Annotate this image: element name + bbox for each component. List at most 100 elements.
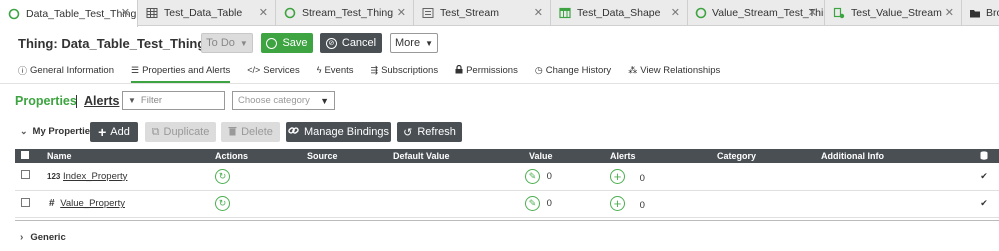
tab-label: Events [324, 64, 354, 76]
close-icon[interactable]: ✕ [259, 6, 268, 19]
default-value-cell [393, 190, 529, 218]
clock-icon: ◷ [534, 64, 543, 75]
generic-group-toggle[interactable]: › Generic [20, 232, 66, 243]
delete-label: Delete [241, 126, 273, 138]
cancel-label: Cancel [341, 37, 377, 49]
tab-value-stream-test-thing[interactable]: Value_Stream_Test_Thing ✕ [688, 0, 825, 26]
thing-icon [7, 7, 21, 21]
value-text: 0 [546, 170, 552, 182]
category-cell [717, 190, 821, 218]
more-label: More [395, 37, 421, 49]
category-cell [717, 163, 821, 191]
tab-services[interactable]: </> Services [247, 63, 299, 77]
tab-label: Services [263, 64, 300, 76]
properties-link[interactable]: Properties [15, 94, 77, 108]
lightning-icon: ϟ [316, 65, 322, 75]
pencil-icon[interactable]: ✎ [525, 168, 540, 184]
caret-down-icon: ▼ [425, 38, 433, 48]
filter-icon: ▼ [128, 96, 136, 105]
caret-down-icon: ▼ [320, 95, 329, 106]
pencil-icon[interactable]: ✎ [525, 196, 540, 211]
tab-label: Test_Stream [440, 7, 499, 19]
property-name-link[interactable]: Index_Property [63, 171, 127, 182]
cancel-button[interactable]: ⊘ Cancel [320, 33, 382, 53]
editor-tab-bar: Data_Table_Test_Thing ✕ Test_Data_Table … [0, 0, 999, 27]
add-button[interactable]: + Add [90, 122, 138, 142]
row-checkbox[interactable] [15, 190, 47, 218]
subscriptions-icon: ⇶ [370, 64, 379, 75]
tab-browse[interactable]: Brow [962, 0, 999, 26]
tab-test-value-stream[interactable]: Test_Value_Stream ✕ [825, 0, 962, 26]
tab-data-table-test-thing[interactable]: Data_Table_Test_Thing ✕ [0, 0, 138, 27]
code-icon: </> [247, 65, 261, 75]
more-button[interactable]: More ▼ [390, 33, 438, 53]
additional-info-cell [821, 190, 969, 218]
column-header-default-value[interactable]: Default Value [393, 149, 529, 163]
add-label: Add [110, 126, 130, 138]
delete-button[interactable]: Delete [221, 122, 280, 142]
value-text: 0 [546, 198, 552, 209]
todo-button[interactable]: To Do ▼ [201, 33, 253, 53]
thing-icon [695, 6, 707, 20]
duplicate-icon: ⧉ [151, 125, 160, 138]
column-header-alerts[interactable]: Alerts [610, 149, 717, 163]
close-icon[interactable]: ✕ [397, 6, 406, 19]
hash-type-icon: # [49, 198, 55, 209]
column-header-name[interactable]: Name [47, 149, 215, 163]
filter-placeholder: Filter [140, 95, 163, 106]
table-row[interactable]: # Value_Property ↻ ✎ 0 + 0 ✔ [15, 190, 999, 218]
add-alert-icon[interactable]: + [610, 168, 625, 184]
tab-label: Data_Table_Test_Thing [26, 7, 137, 20]
column-header-source[interactable]: Source [307, 149, 393, 163]
tab-change-history[interactable]: ◷ Change History [535, 63, 611, 77]
link-icon [288, 125, 299, 139]
close-icon[interactable]: ✕ [121, 6, 130, 19]
category-placeholder: Choose category [238, 95, 310, 106]
tab-permissions[interactable]: Permissions [455, 63, 518, 77]
close-icon[interactable]: ✕ [945, 6, 954, 19]
tab-test-data-table[interactable]: Test_Data_Table ✕ [138, 0, 276, 26]
row-checkbox[interactable] [15, 163, 47, 191]
caret-down-icon: ▼ [239, 38, 248, 48]
alerts-link[interactable]: Alerts [84, 94, 119, 108]
table-row[interactable]: 123 Index_Property ↻ ✎ 0 + 0 ✔ [15, 163, 999, 191]
tab-test-stream[interactable]: Test_Stream ✕ [414, 0, 551, 26]
tab-test-data-shape[interactable]: Test_Data_Shape ✕ [551, 0, 688, 26]
execute-icon[interactable]: ↻ [215, 196, 230, 211]
close-icon[interactable]: ✕ [671, 6, 680, 19]
tab-label: Permissions [466, 64, 518, 76]
column-header-category[interactable]: Category [717, 149, 821, 163]
page-title: Thing: Data_Table_Test_Thing [18, 35, 206, 51]
tab-view-relationships[interactable]: ⁂ View Relationships [628, 63, 720, 77]
group-label: My Properties [32, 126, 96, 137]
duplicate-button[interactable]: ⧉ Duplicate [145, 122, 216, 142]
manage-bindings-button[interactable]: Manage Bindings [286, 122, 391, 142]
category-select[interactable]: Choose category ▼ [232, 91, 335, 110]
refresh-label: Refresh [417, 126, 456, 138]
execute-icon[interactable]: ↻ [215, 168, 230, 184]
default-value-cell [393, 163, 529, 191]
tab-events[interactable]: ϟ Events [317, 63, 354, 77]
table-header-row: Name Actions Source Default Value Value … [15, 149, 999, 163]
save-button[interactable]: Save [261, 33, 313, 53]
property-name-link[interactable]: Value_Property [60, 198, 125, 209]
close-icon[interactable]: ✕ [534, 6, 543, 19]
add-alert-icon[interactable]: + [610, 196, 625, 211]
tab-stream-test-thing[interactable]: Stream_Test_Thing ✕ [276, 0, 414, 26]
close-icon[interactable]: ✕ [808, 6, 817, 19]
manage-bindings-label: Manage Bindings [303, 126, 389, 138]
column-header-value[interactable]: Value [529, 149, 610, 163]
refresh-button[interactable]: ↺ Refresh [397, 122, 462, 142]
tab-properties-and-alerts[interactable]: ☰ Properties and Alerts [130, 63, 231, 83]
tab-subscriptions[interactable]: ⇶ Subscriptions [371, 63, 439, 77]
filter-field[interactable]: ▼ Filter [122, 91, 225, 110]
checkmark-icon: ✔ [969, 163, 999, 191]
divider [76, 95, 77, 108]
chevron-down-icon: ⌄ [20, 126, 28, 136]
column-header-actions[interactable]: Actions [215, 149, 307, 163]
group-toggle[interactable]: ⌄ My Properties [20, 126, 95, 137]
column-header-additional-info[interactable]: Additional Info [821, 149, 969, 163]
tab-general-information[interactable]: ⓘ General Information [18, 63, 114, 77]
select-all-checkbox[interactable] [15, 149, 47, 163]
source-cell [307, 163, 393, 191]
